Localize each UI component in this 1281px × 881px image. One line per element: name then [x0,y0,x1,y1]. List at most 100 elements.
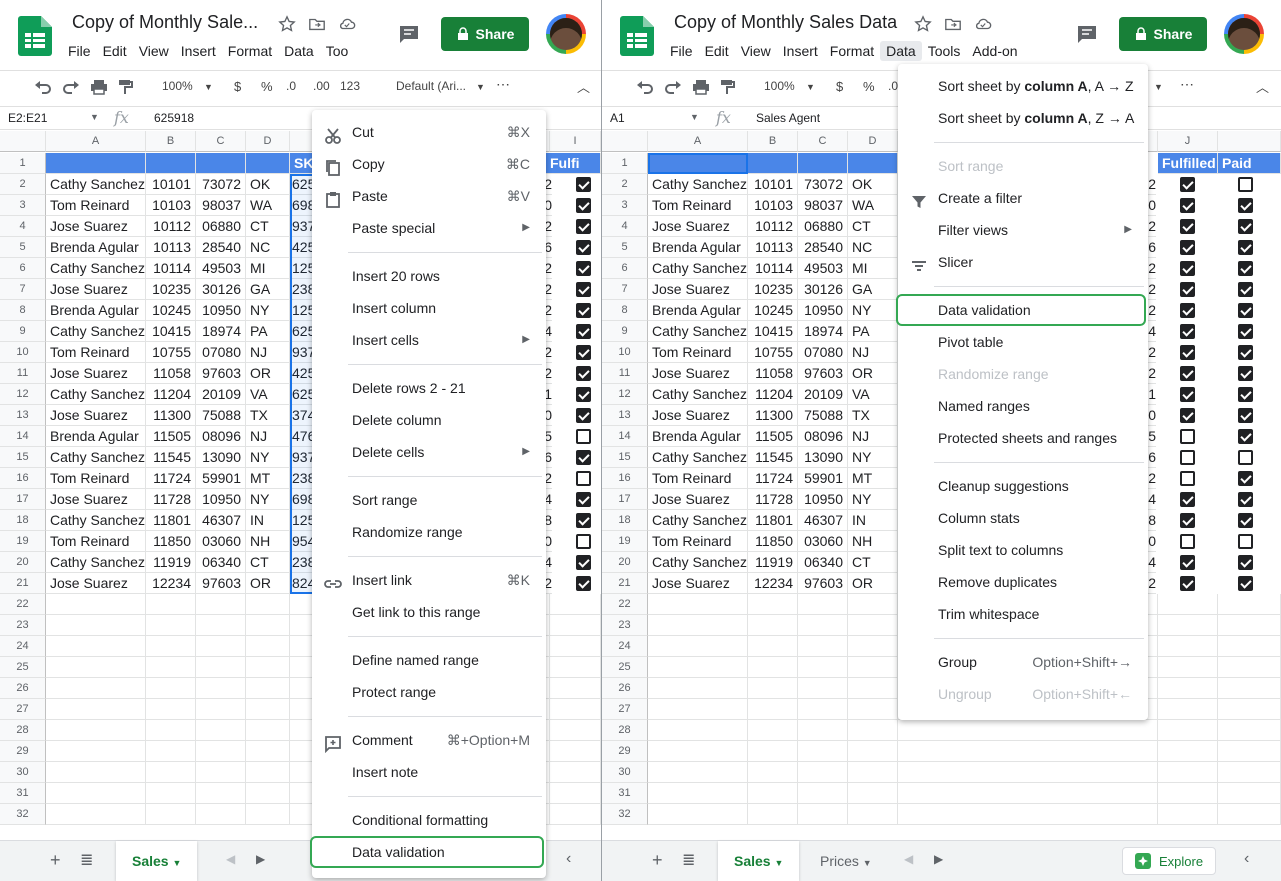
row-header[interactable]: 6 [602,258,648,279]
empty-cell[interactable] [1158,594,1218,615]
row-header[interactable]: 18 [0,510,46,531]
empty-cell[interactable] [196,657,246,678]
empty-cell[interactable] [146,636,196,657]
fulfilled-checkbox[interactable] [576,324,591,339]
row-header[interactable]: 25 [0,657,46,678]
table-cell[interactable]: Jose Suarez [46,573,146,594]
table-cell[interactable]: 11505 [146,426,196,447]
menu-item-sort-0[interactable]: Sort sheet by column A, A → Z [898,70,1148,102]
empty-cell[interactable] [1218,720,1281,741]
fulfilled-checkbox[interactable] [1180,387,1195,402]
table-cell[interactable]: Tom Reinard [648,342,748,363]
empty-cell[interactable] [550,783,601,804]
empty-cell[interactable] [748,741,798,762]
empty-cell[interactable] [550,699,601,720]
empty-cell[interactable] [550,615,601,636]
empty-cell[interactable] [246,699,290,720]
empty-cell[interactable] [798,657,848,678]
empty-cell[interactable] [798,741,848,762]
table-cell[interactable]: CT [848,552,898,573]
paid-checkbox[interactable] [1238,240,1253,255]
table-cell[interactable]: 11545 [748,447,798,468]
table-cell[interactable]: OK [246,174,290,195]
table-cell[interactable]: 11058 [748,363,798,384]
table-cell[interactable]: 07080 [798,342,848,363]
empty-cell[interactable] [46,678,146,699]
fulfilled-checkbox[interactable] [1180,408,1195,423]
menu-format[interactable]: Format [824,41,880,61]
fulfilled-checkbox[interactable] [576,555,591,570]
menu-format[interactable]: Format [222,41,278,61]
table-cell[interactable]: Tom Reinard [648,531,748,552]
table-cell[interactable]: 98037 [196,195,246,216]
explore-button[interactable]: Explore [1122,847,1217,875]
table-cell[interactable]: 73072 [196,174,246,195]
table-cell[interactable]: Tom Reinard [46,531,146,552]
table-cell[interactable]: 11728 [146,489,196,510]
table-cell[interactable]: Cathy Sanchez [46,174,146,195]
menu-item-column-stats[interactable]: Column stats [898,502,1148,534]
table-cell[interactable]: 10245 [146,300,196,321]
avatar[interactable] [1224,14,1264,54]
table-cell[interactable]: 10114 [146,258,196,279]
empty-cell[interactable] [196,741,246,762]
header-cell[interactable] [798,153,848,174]
table-cell[interactable]: 28540 [196,237,246,258]
table-cell[interactable]: NY [246,300,290,321]
empty-cell[interactable] [146,657,196,678]
fulfilled-checkbox[interactable] [1180,555,1195,570]
table-cell[interactable]: IN [848,510,898,531]
table-cell[interactable]: Cathy Sanchez [46,258,146,279]
table-cell[interactable]: Brenda Agular [648,426,748,447]
row-header[interactable]: 14 [602,426,648,447]
scroll-tabs-left-icon[interactable]: ◀ [226,852,235,866]
star-icon[interactable] [278,15,298,35]
table-cell[interactable]: 13090 [196,447,246,468]
increase-decimal-button[interactable]: .00 [313,79,330,93]
table-cell[interactable]: Cathy Sanchez [46,447,146,468]
fulfilled-checkbox[interactable] [576,387,591,402]
table-cell[interactable]: Tom Reinard [46,195,146,216]
empty-cell[interactable] [1158,762,1218,783]
menu-item-insert-20-rows[interactable]: Insert 20 rows [312,260,546,292]
sheets-logo-icon[interactable] [620,16,654,56]
table-cell[interactable]: 10112 [748,216,798,237]
row-header[interactable]: 17 [602,489,648,510]
menu-edit[interactable]: Edit [97,41,133,61]
empty-cell[interactable] [46,762,146,783]
menu-item-remove-duplicates[interactable]: Remove duplicates [898,566,1148,598]
empty-cell[interactable] [46,804,146,825]
fulfilled-checkbox[interactable] [1180,513,1195,528]
row-header[interactable]: 27 [602,699,648,720]
fulfilled-checkbox[interactable] [1180,534,1195,549]
row-header[interactable]: 15 [0,447,46,468]
menu-item-filter-views[interactable]: Filter views ▶ [898,214,1148,246]
tab-dropdown-icon[interactable]: ▼ [774,858,783,868]
empty-cell[interactable] [1218,678,1281,699]
undo-icon[interactable] [636,79,654,95]
row-header[interactable]: 13 [602,405,648,426]
row-header[interactable]: 3 [602,195,648,216]
empty-cell[interactable] [648,657,748,678]
empty-cell[interactable] [848,783,898,804]
menu-item-sort-1[interactable]: Sort sheet by column A, Z → A [898,102,1148,134]
header-cell[interactable] [848,153,898,174]
row-header[interactable]: 29 [602,741,648,762]
empty-cell[interactable] [1158,741,1218,762]
fulfilled-checkbox[interactable] [576,282,591,297]
fulfilled-checkbox[interactable] [576,576,591,591]
column-header[interactable]: D [246,131,290,152]
paid-checkbox[interactable] [1238,492,1253,507]
table-cell[interactable]: 11204 [748,384,798,405]
empty-cell[interactable] [146,615,196,636]
table-cell[interactable]: 06340 [798,552,848,573]
tab-dropdown-icon[interactable]: ▼ [172,858,181,868]
empty-cell[interactable] [46,783,146,804]
table-cell[interactable]: NC [246,237,290,258]
empty-cell[interactable] [246,783,290,804]
decrease-decimal-button[interactable]: .0 [888,79,898,93]
row-header[interactable]: 9 [602,321,648,342]
sheets-logo-icon[interactable] [18,16,52,56]
empty-cell[interactable] [898,762,1158,783]
table-cell[interactable]: NY [848,489,898,510]
